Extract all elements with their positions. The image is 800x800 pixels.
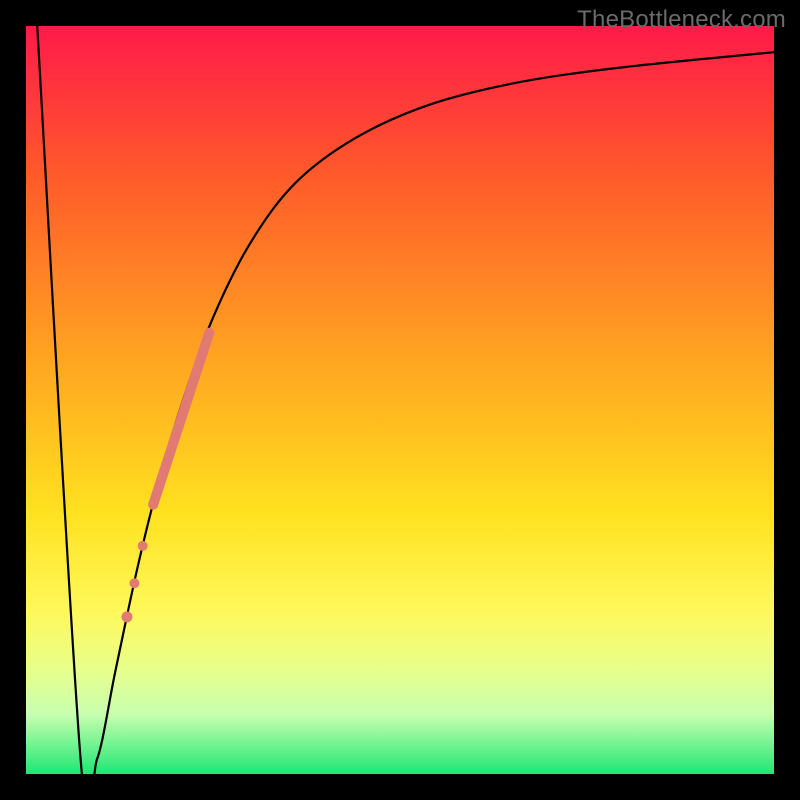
highlight-dot — [121, 611, 132, 622]
highlight-dot — [138, 541, 148, 551]
highlight-dot — [129, 578, 139, 588]
chart-svg — [26, 26, 774, 774]
plot-area — [26, 26, 774, 774]
chart-frame: TheBottleneck.com — [0, 0, 800, 800]
gradient-background — [26, 26, 774, 774]
